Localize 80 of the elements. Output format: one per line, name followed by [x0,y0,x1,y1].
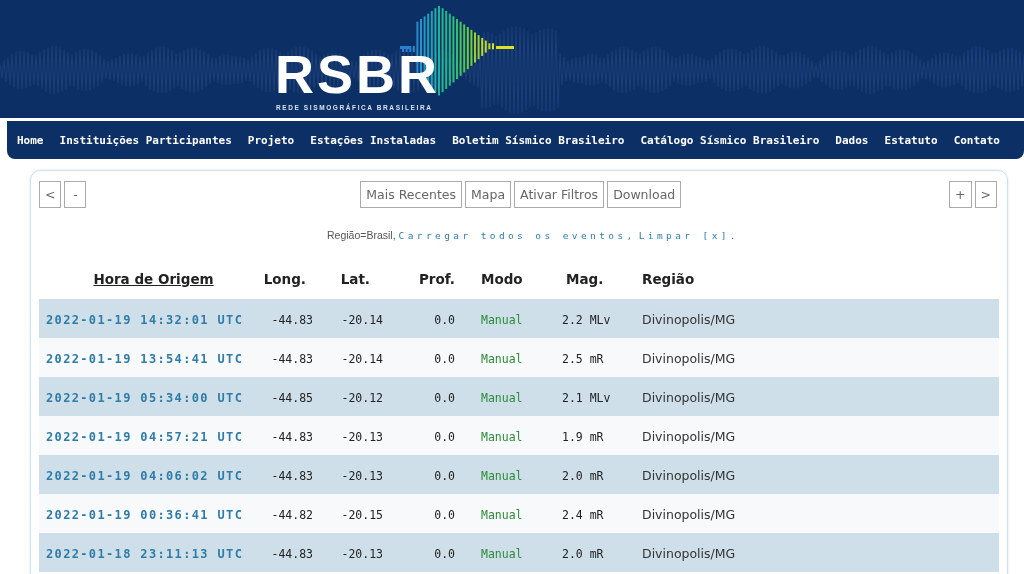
table-cell: -20.13 [341,547,383,561]
table-cell: Divinopolis/MG [642,390,736,405]
table-row[interactable]: 2022-01-19 04:06:02 UTC -44.83 -20.13 0.0 Manual 2.0 mR Divinopolis/MG [39,455,999,494]
table-row[interactable]: 2022-01-19 00:36:41 UTC -44.82 -20.15 0.0 Manual 2.4 mR Divinopolis/MG [39,494,999,533]
table-cell: Divinopolis/MG [642,507,736,522]
table-cell: -44.83 [271,352,313,366]
mode-label: Manual [481,313,523,327]
mode-label: Manual [481,430,523,444]
toolbar-button[interactable]: Mais Recentes [360,180,463,208]
event-time-link[interactable]: 2022-01-19 00:36:41 UTC [46,508,244,522]
table-row[interactable]: 2022-01-19 04:57:21 UTC -44.83 -20.13 0.0 Manual 1.9 mR Divinopolis/MG [39,416,999,455]
mode-label: Manual [481,352,523,366]
table-cell: 0.0 [434,313,455,327]
toolbar-button[interactable]: Download [607,180,682,208]
mode-label: Manual [481,508,523,522]
column-header[interactable]: Hora de Origem [39,271,261,287]
nav-link[interactable]: Dados [835,133,869,147]
toolbar-button[interactable]: < [39,180,62,208]
nav-link[interactable]: Contato [953,133,1000,147]
table-cell: -44.83 [271,313,313,327]
table-cell: 0.0 [434,469,455,483]
event-time-link[interactable]: 2022-01-19 13:54:41 UTC [46,352,244,366]
mode-label: Manual [481,547,523,561]
table-row[interactable]: 2022-01-18 23:11:13 UTC -44.83 -20.13 0.0 Manual 2.0 mR Divinopolis/MG [39,533,999,572]
table-row[interactable]: 2022-01-19 14:32:01 UTC -44.83 -20.14 0.0 Manual 2.2 MLv Divinopolis/MG [39,299,999,338]
table-cell: Divinopolis/MG [642,429,736,444]
table-row[interactable]: 2022-01-19 13:54:41 UTC -44.83 -20.14 0.0 Manual 2.5 mR Divinopolis/MG [39,338,999,377]
event-time-link[interactable]: 2022-01-19 04:57:21 UTC [46,430,244,444]
table-cell: 2.5 mR [562,352,604,366]
table-cell: Divinopolis/MG [642,351,736,366]
table-cell: -20.15 [341,508,383,522]
table-cell: -44.83 [271,547,313,561]
table-cell: 1.9 mR [562,430,604,444]
table-cell: 0.0 [434,391,455,405]
nav-link[interactable]: Home [17,133,44,147]
toolbar-button[interactable]: + [949,180,972,208]
table-cell: 2.0 mR [562,469,604,483]
nav-link[interactable]: Catálogo Sísmico Brasileiro [640,133,820,147]
filter-text: Região=Brasil, [327,229,396,241]
nav-link[interactable]: Estações Instaladas [310,133,437,147]
nav-link[interactable]: Projeto [247,133,295,147]
column-header: Lat. [339,271,370,287]
nav-link[interactable]: Instituições Participantes [59,133,232,147]
table-cell: 2.0 mR [562,547,604,561]
column-header: Long. [262,271,306,287]
table-cell: 0.0 [434,547,455,561]
toolbar-button[interactable]: > [974,180,997,208]
filter-link[interactable]: Limpar [x]. [638,230,739,241]
table-cell: -44.83 [271,469,313,483]
mode-label: Manual [481,469,523,483]
toolbar-button[interactable]: - [64,180,87,208]
table-cell: -44.85 [271,391,313,405]
toolbar-button[interactable]: Mapa [465,180,512,208]
column-header: Prof. [417,271,455,287]
table-cell: 0.0 [434,508,455,522]
table-cell: Divinopolis/MG [642,312,736,327]
table-cell: -20.14 [341,313,383,327]
logo-text: RSBR [275,46,440,102]
nav-link[interactable]: Estatuto [884,133,938,147]
table-cell: -20.12 [341,391,383,405]
table-cell: -20.14 [341,352,383,366]
table-cell: 2.1 MLv [562,391,611,405]
table-cell: 2.2 MLv [562,313,611,327]
table-cell: Divinopolis/MG [642,468,736,483]
table-cell: 2.4 mR [562,508,604,522]
filter-link[interactable]: Carregar todos os eventos, [398,230,636,241]
column-header: Região [642,271,696,287]
mode-label: Manual [481,391,523,405]
table-cell: Divinopolis/MG [642,546,736,561]
column-header: Mag. [565,271,605,287]
column-header: Modo [480,271,524,287]
nav-link[interactable]: Boletim Sísmico Brasileiro [452,133,625,147]
table-cell: -44.83 [271,430,313,444]
table-row[interactable]: 2022-01-19 05:34:00 UTC -44.85 -20.12 0.0 Manual 2.1 MLv Divinopolis/MG [39,377,999,416]
table-cell: 0.0 [434,352,455,366]
table-cell: -20.13 [341,430,383,444]
toolbar-button[interactable]: Ativar Filtros [514,180,605,208]
table-cell: 0.0 [434,430,455,444]
table-cell: -44.82 [271,508,313,522]
table-cell: -20.13 [341,469,383,483]
